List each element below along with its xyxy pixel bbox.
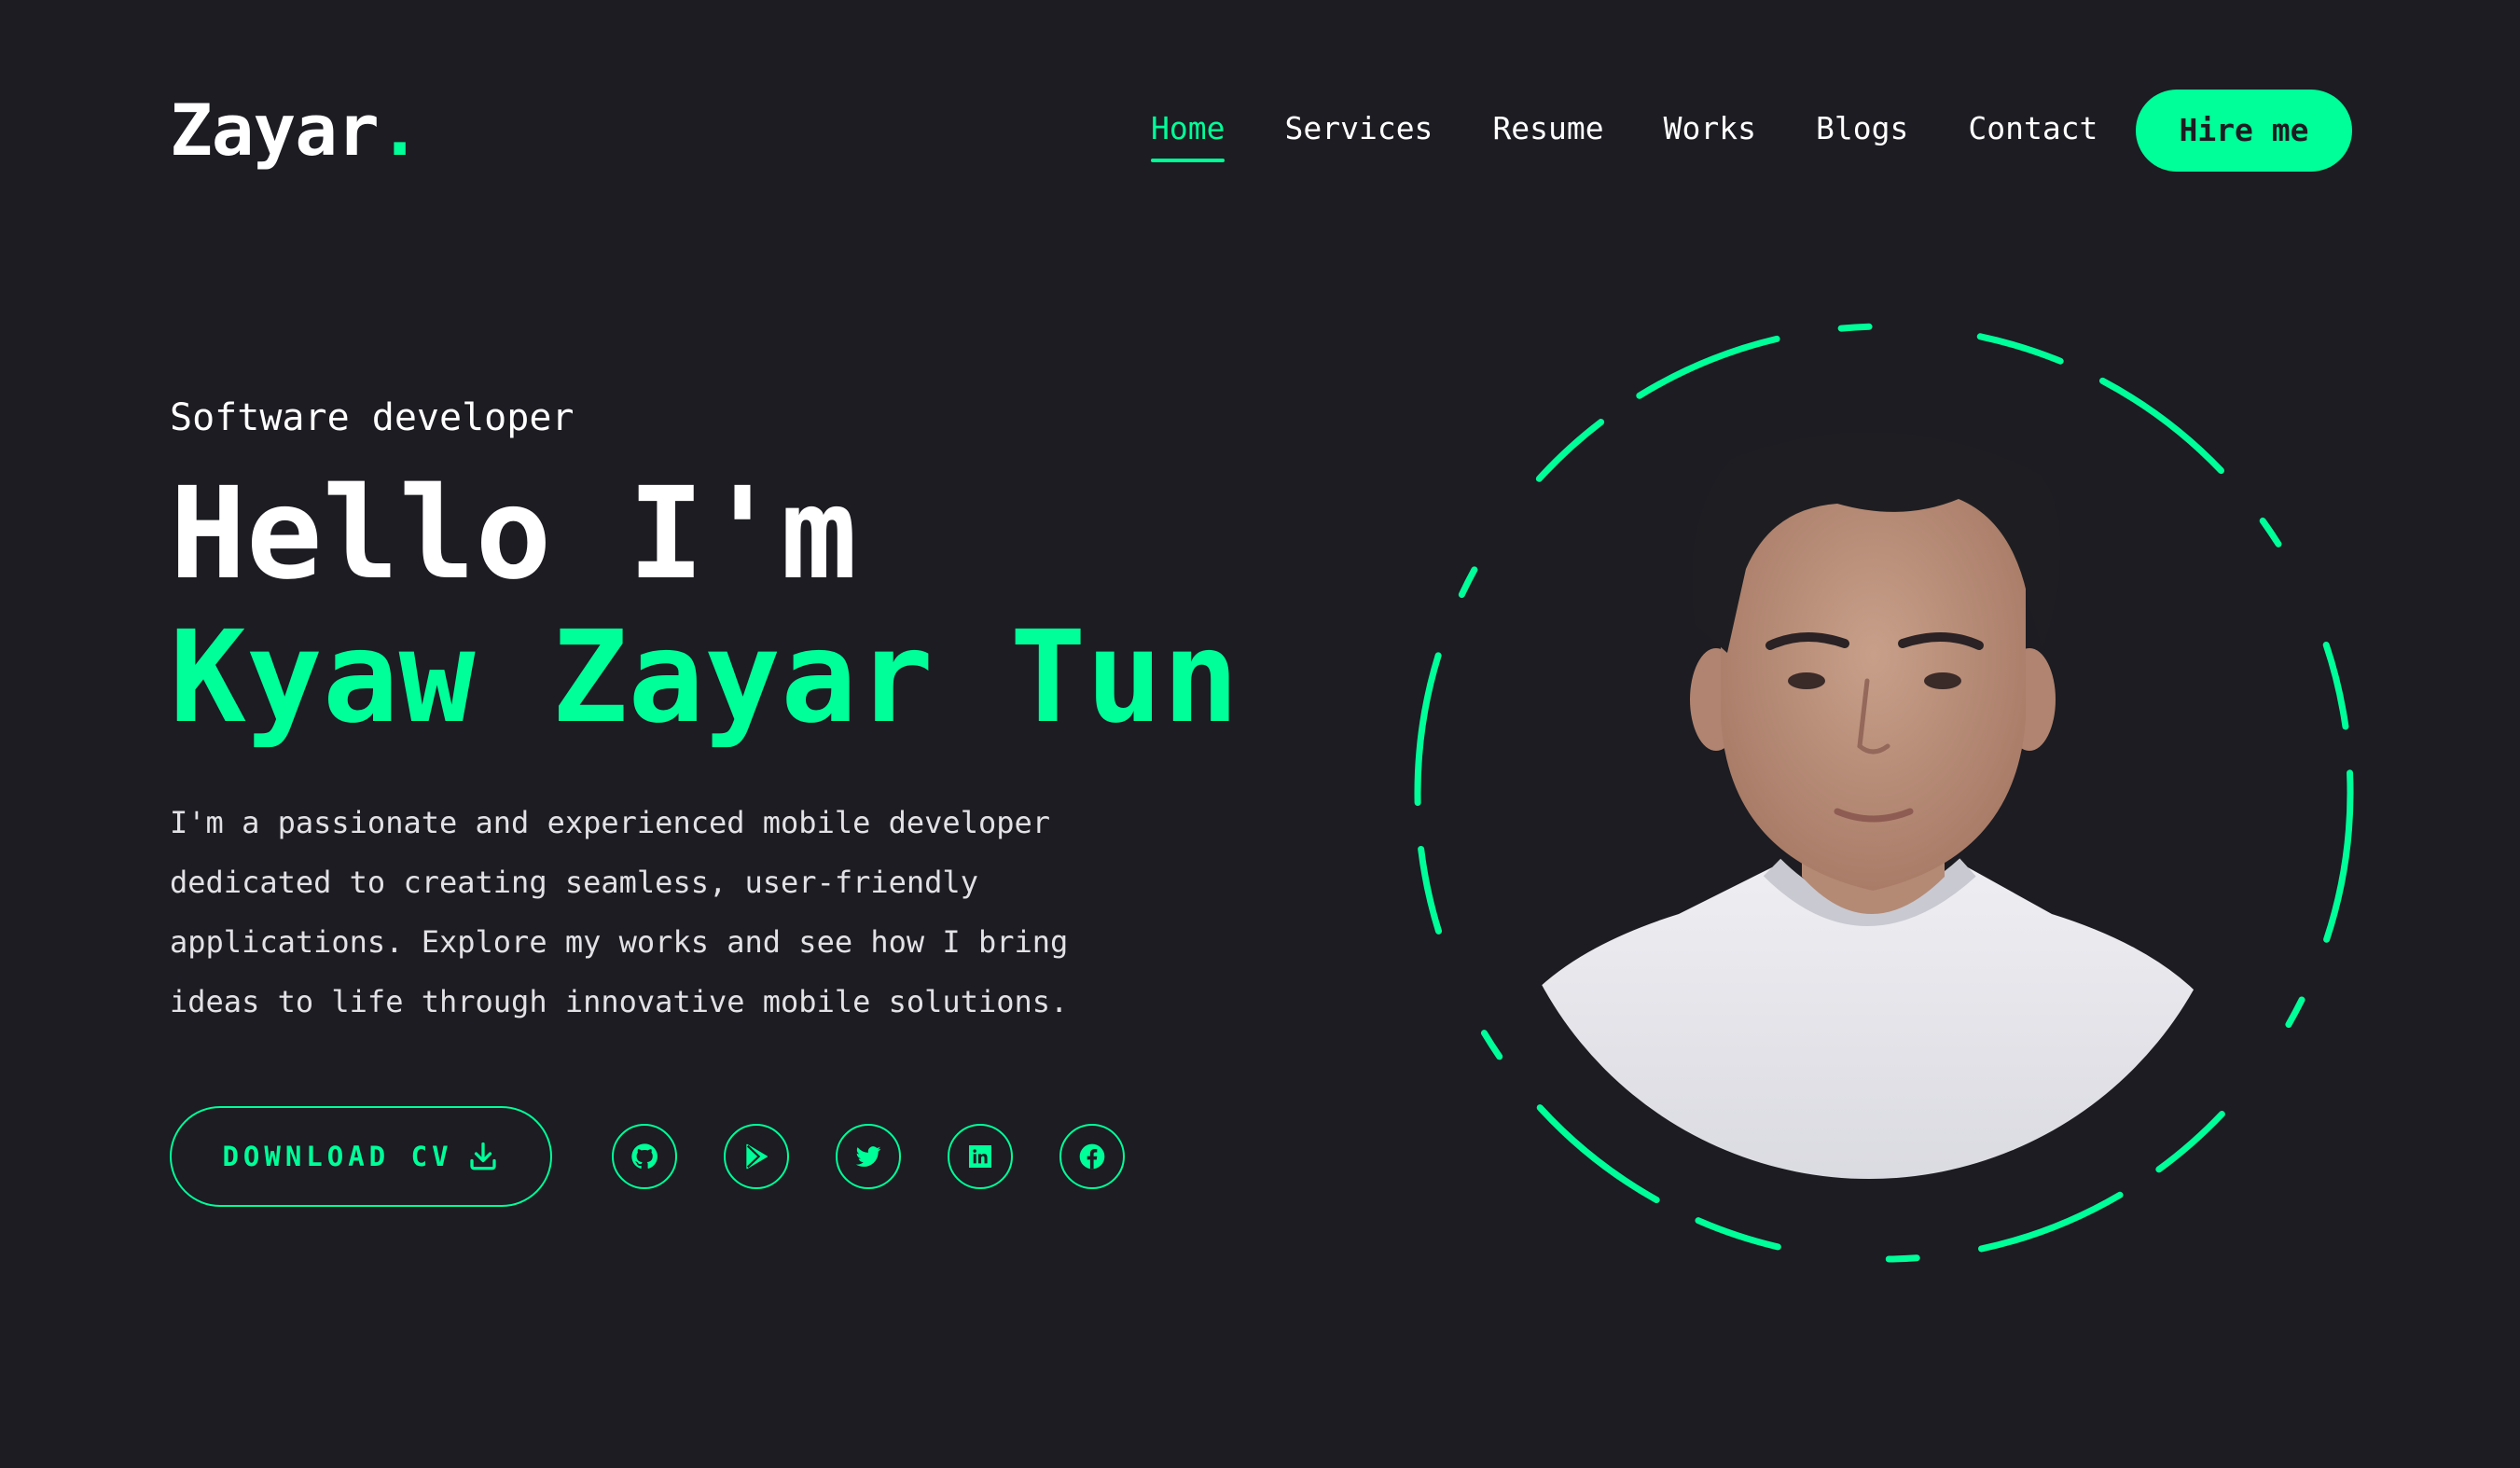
hero-actions: DOWNLOAD CV: [170, 1104, 1382, 1209]
main-nav: Home Services Resume Works Blogs Contact: [1151, 108, 2157, 164]
nav-item-blogs[interactable]: Blogs: [1816, 108, 1908, 149]
social-links: [612, 1124, 1171, 1189]
twitter-icon: [855, 1146, 881, 1167]
linkedin-icon: [969, 1145, 991, 1168]
download-cv-button[interactable]: DOWNLOAD CV: [170, 1106, 552, 1207]
nav-item-home[interactable]: Home: [1151, 108, 1225, 162]
github-icon: [631, 1143, 658, 1169]
logo-text: Zayar: [170, 89, 380, 172]
profile-visual: [1399, 308, 2369, 1278]
play-store-link[interactable]: [724, 1124, 789, 1189]
nav-item-contact[interactable]: Contact: [1968, 108, 2098, 149]
site-header: Zayar. Home Services Resume Works Blogs …: [0, 0, 2520, 261]
nav-item-works[interactable]: Works: [1664, 108, 1756, 149]
github-link[interactable]: [612, 1124, 677, 1189]
play-store-icon: [746, 1143, 768, 1170]
logo-dot: .: [378, 89, 422, 172]
nav-item-resume[interactable]: Resume: [1492, 108, 1603, 149]
download-cv-label: DOWNLOAD CV: [222, 1141, 453, 1172]
site-logo[interactable]: Zayar.: [170, 86, 422, 175]
bio-text: I'm a passionate and experienced mobile …: [170, 805, 1069, 1019]
hero-intro: Software developer Hello I'm Kyaw Zayar …: [170, 392, 1382, 1209]
role-subtitle: Software developer: [170, 396, 575, 439]
hire-me-button[interactable]: Hire me: [2136, 90, 2352, 172]
facebook-link[interactable]: [1059, 1124, 1125, 1189]
greeting-heading: Hello I'm: [170, 461, 857, 608]
dashed-ring: [1414, 323, 2354, 1263]
facebook-icon: [1079, 1143, 1105, 1170]
download-icon: [466, 1140, 500, 1173]
linkedin-link[interactable]: [948, 1124, 1013, 1189]
name-heading: Kyaw Zayar Tun: [170, 604, 1239, 752]
nav-item-services[interactable]: Services: [1284, 108, 1433, 149]
twitter-link[interactable]: [836, 1124, 901, 1189]
